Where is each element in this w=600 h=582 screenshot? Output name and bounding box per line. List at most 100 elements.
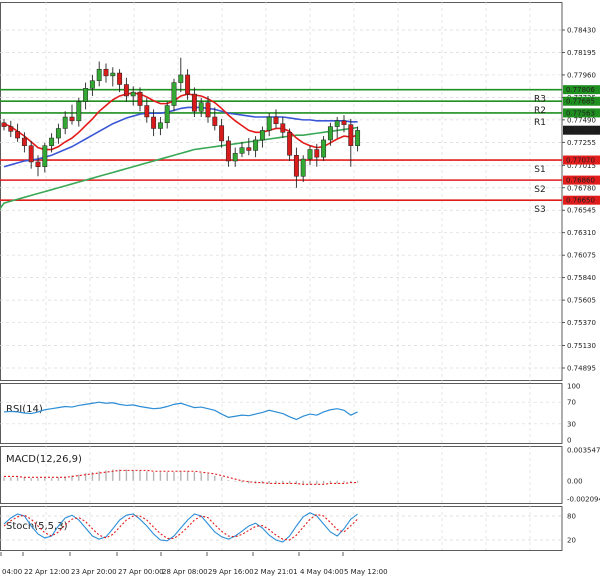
level-name-r2: R2 — [534, 106, 546, 116]
candle-body — [151, 116, 157, 129]
support-resistance-lines — [0, 88, 562, 201]
panel-frame — [0, 2, 563, 381]
candle-body — [327, 126, 333, 141]
candle-body — [341, 120, 347, 125]
price-tick-label: 0.77255 — [567, 139, 596, 147]
candle-body — [62, 116, 68, 129]
candle-body — [96, 68, 102, 81]
candle-body — [164, 105, 170, 123]
price-tick-label: 0.75840 — [567, 274, 596, 282]
time-axis: 04:00 22 Apr 12:00 23 Apr 20:00 27 Apr 00:0… — [0, 552, 388, 576]
price-tick-label: 0.78430 — [567, 27, 596, 35]
level-tag-label: 0.76860 — [566, 177, 595, 185]
price-tick-label: 0.76075 — [567, 252, 596, 260]
candle-body — [293, 155, 299, 177]
macd-panel: MACD(12,26,9) 0.003547 0.00 -0.002094 — [3, 447, 600, 504]
candle-body — [225, 140, 231, 162]
candle-body — [191, 93, 197, 112]
candle-body — [117, 72, 123, 85]
stoch-panel: Stoch(5,5,3) 8020 — [0, 512, 576, 545]
price-tick-label: 0.74895 — [567, 365, 596, 373]
price-tick-label: 0.76310 — [567, 229, 596, 237]
price-tick-label: 0.77960 — [567, 71, 596, 79]
candle-body — [157, 122, 163, 129]
candle-body — [8, 126, 14, 132]
candle-body — [28, 145, 34, 163]
candle-body — [178, 74, 184, 83]
macd-label: MACD(12,26,9) — [6, 454, 82, 465]
candle-body — [1, 122, 7, 127]
candle-body — [69, 116, 75, 122]
candle-body — [239, 147, 245, 154]
candle-body — [348, 124, 354, 146]
price-tick-label: 0.77490 — [567, 116, 596, 124]
candle-body — [76, 101, 82, 122]
level-tag-label: 0.77685 — [566, 98, 595, 106]
candle-body — [35, 161, 41, 167]
candle-body — [259, 130, 265, 141]
candle-body — [355, 130, 361, 146]
price-tick-label: 0.76780 — [567, 184, 596, 192]
current-price-label: 0.77382 — [566, 127, 595, 135]
forex-chart: 0.784300.781950.779600.777250.774900.772… — [0, 2, 600, 576]
time-tick-label: 2 May 21:01 — [254, 568, 298, 576]
candle-body — [273, 116, 279, 124]
price-tick-label: 0.75130 — [567, 342, 596, 350]
time-tick-label: 04:00 — [2, 568, 22, 576]
level-names: R3R2 R1 S1 S2 S3 — [534, 95, 546, 216]
price-tick-label: 0.78195 — [567, 49, 596, 57]
time-tick-label: 27 Apr 00:00 — [118, 568, 164, 576]
level-tag-label: 0.77070 — [566, 157, 595, 165]
candle-body — [287, 132, 293, 156]
level-name-r3: R3 — [534, 95, 546, 105]
candle-body — [83, 88, 89, 102]
rsi-tick-label: 0 — [567, 437, 571, 445]
candle-body — [171, 82, 177, 106]
grid — [0, 2, 563, 551]
candle-body — [103, 68, 109, 77]
candle-body — [185, 74, 191, 95]
candle-body — [130, 91, 136, 97]
macd-tick-label: 0.003547 — [567, 447, 600, 455]
time-tick-label: 4 May 04:00 — [300, 568, 344, 576]
price-tick-label: 0.76545 — [567, 207, 596, 215]
level-tag-label: 0.77806 — [566, 86, 595, 94]
candle-body — [110, 72, 116, 77]
candle-body — [144, 105, 150, 118]
candlesticks — [1, 57, 361, 188]
candle-body — [246, 147, 252, 151]
moving-averages — [0, 92, 358, 210]
candle-body — [15, 131, 21, 139]
candle-body — [266, 116, 272, 131]
rsi-tick-label: 70 — [567, 399, 576, 407]
candle-body — [307, 149, 313, 160]
price-tick-label: 0.75370 — [567, 319, 596, 327]
rsi-panel: RSI(14) 10070300 — [0, 383, 580, 445]
candle-body — [198, 102, 204, 112]
candle-body — [55, 128, 61, 139]
candle-body — [219, 125, 225, 142]
level-name-s3: S3 — [534, 205, 545, 215]
candle-body — [300, 158, 306, 177]
price-tick-label: 0.75605 — [567, 297, 596, 305]
candle-body — [49, 137, 55, 146]
macd-tick-label: -0.002094 — [567, 496, 600, 504]
stoch-tick-label: 80 — [567, 513, 576, 521]
candle-body — [253, 139, 259, 151]
candle-body — [232, 153, 238, 162]
candle-body — [89, 80, 95, 89]
rsi-tick-label: 30 — [567, 420, 576, 428]
level-name-r1: R1 — [534, 118, 546, 128]
level-tag-label: 0.76650 — [566, 197, 595, 205]
macd-tick-label: 0.00 — [567, 477, 583, 485]
candle-body — [123, 84, 129, 97]
stoch-tick-label: 20 — [567, 537, 576, 545]
candle-body — [212, 116, 218, 126]
stoch-k-line — [3, 512, 358, 543]
time-tick-label: 23 Apr 20:00 — [71, 568, 117, 576]
candle-body — [205, 102, 211, 118]
candle-body — [137, 91, 143, 106]
time-tick-label: 5 May 12:00 — [344, 568, 388, 576]
candle-body — [334, 120, 340, 127]
time-tick-label: 29 Apr 16:00 — [208, 568, 254, 576]
